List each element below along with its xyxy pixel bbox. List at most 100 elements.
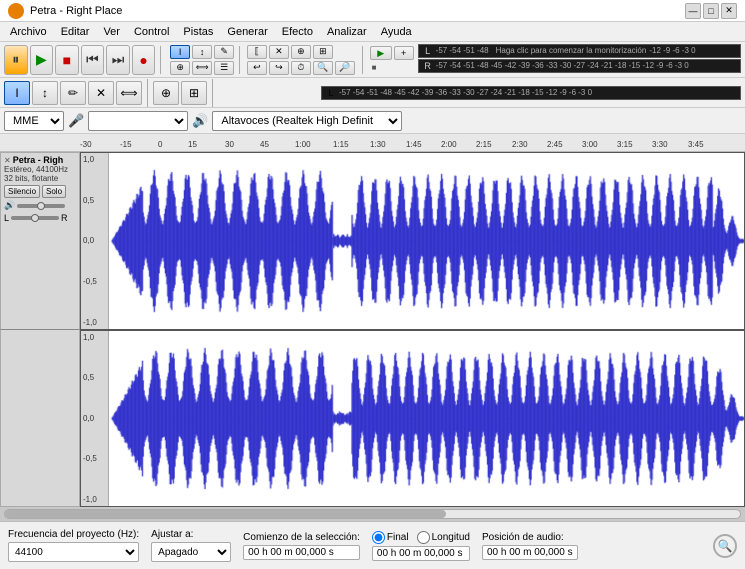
track-close-icon[interactable]: ✕: [4, 156, 11, 165]
menu-ver[interactable]: Ver: [97, 24, 126, 40]
y-axis-lower: 1,0 0,5 0,0 -0,5 -1,0: [81, 331, 109, 507]
ruler-mark: -15: [120, 140, 132, 149]
search-next-btn[interactable]: 🔎: [335, 61, 355, 75]
undo-btn[interactable]: ↩: [247, 61, 267, 75]
menu-ayuda[interactable]: Ayuda: [375, 24, 418, 40]
freq-label: Frecuencia del proyecto (Hz):: [8, 529, 139, 540]
menu-analizar[interactable]: Analizar: [321, 24, 373, 40]
scrollbar-thumb[interactable]: [5, 510, 446, 518]
input-device-select[interactable]: [88, 111, 188, 131]
minimize-button[interactable]: —: [685, 3, 701, 19]
track-name: Petra - Righ: [13, 155, 64, 165]
draw-tool-small[interactable]: ✎: [214, 45, 234, 59]
menu-pistas[interactable]: Pistas: [177, 24, 219, 40]
radio-longitud[interactable]: Longitud: [417, 531, 470, 544]
record-button[interactable]: ●: [132, 45, 156, 75]
vu-meter-area[interactable]: L -57 -54 -51 -48 Haga clic para comenza…: [418, 44, 741, 76]
title-bar: Petra - Right Place — □ ✕: [0, 0, 745, 22]
speaker-icon: 🔊: [192, 113, 208, 129]
skip-start-button[interactable]: ⏮: [81, 45, 105, 75]
waveform-canvas-lower[interactable]: [81, 331, 744, 507]
multi-tool-small[interactable]: ☰: [214, 61, 234, 75]
ruler-mark: 15: [188, 140, 197, 149]
menu-bar: Archivo Editar Ver Control Pistas Genera…: [0, 22, 745, 42]
volume-slider[interactable]: [17, 204, 65, 208]
pan-r-label: R: [61, 213, 68, 223]
pan-slider[interactable]: [11, 216, 59, 220]
timeshift-tool-small[interactable]: ⟺: [192, 61, 212, 75]
tools-toolbar: I ↕ ✏ ✕ ⟺ ⊕ ⊞ L -57 -54 -51 -48 -45 -42 …: [0, 78, 745, 108]
y-label-1: 1,0: [83, 155, 106, 164]
radio-final-label: Final: [387, 532, 409, 543]
horizontal-scrollbar[interactable]: [4, 509, 741, 519]
y-axis-upper: 1,0 0,5 0,0 -0,5 -1,0: [81, 153, 109, 329]
search-prev-btn[interactable]: 🔍: [313, 61, 333, 75]
y-label-l1: 1,0: [83, 333, 106, 342]
menu-generar[interactable]: Generar: [221, 24, 273, 40]
y-label-3: 0,0: [83, 236, 106, 245]
trim-btn[interactable]: ⟦: [247, 45, 267, 59]
zoom-fit-btn[interactable]: ⊞: [313, 45, 333, 59]
zoom-tool[interactable]: ✕: [88, 81, 114, 105]
vu-meter-row2: L -57 -54 -51 -48 -45 -42 -39 -36 -33 -3…: [321, 86, 741, 100]
radio-longitud-input[interactable]: [417, 531, 430, 544]
pos-group: Posición de audio: 00 h 00 m 00,000 s: [482, 532, 578, 560]
play-green-btn[interactable]: ▶: [370, 46, 392, 60]
select-tool-small[interactable]: I: [170, 45, 190, 59]
radio-final[interactable]: Final: [372, 531, 409, 544]
ruler-mark: 1:45: [406, 140, 422, 149]
skip-end-button[interactable]: ⏭: [106, 45, 130, 75]
solo-button[interactable]: Solo: [42, 185, 66, 198]
device-toolbar: MME 🎤 🔊 Altavoces (Realtek High Definit: [0, 108, 745, 134]
host-select[interactable]: MME: [4, 111, 64, 131]
radio-final-input[interactable]: [372, 531, 385, 544]
toolbar-separator2: [239, 46, 240, 74]
snap-btn[interactable]: ⊕: [291, 45, 311, 59]
snap-icon-btn[interactable]: ⊞: [181, 81, 207, 105]
draw-tool[interactable]: ✏: [60, 81, 86, 105]
menu-control[interactable]: Control: [128, 24, 175, 40]
maximize-button[interactable]: □: [703, 3, 719, 19]
vu-meter-r: R -57 -54 -51 -48 -45 -42 -39 -36 -33 -3…: [418, 59, 741, 73]
ruler-mark: -30: [80, 140, 92, 149]
ruler-mark: 2:45: [547, 140, 563, 149]
close-button[interactable]: ✕: [721, 3, 737, 19]
envelope-tool-small[interactable]: ↕: [192, 45, 212, 59]
transport-toolbar: ⏸ ▶ ■ ⏮ ⏭ ● I ↕ ✎ ⊕ ⟺ ☰ ⟦ ✕ ⊕ ⊞ ↩ ↪ ⏱ 🔍: [0, 42, 745, 78]
timeshift-tool[interactable]: ⟺: [116, 81, 142, 105]
ruler-mark: 2:15: [476, 140, 492, 149]
clock-btn[interactable]: ⏱: [291, 61, 311, 75]
stop-button[interactable]: ■: [55, 45, 79, 75]
zoom-in-btn[interactable]: ⊕: [153, 81, 179, 105]
y-label-l2: 0,5: [83, 373, 106, 382]
redo-btn[interactable]: ↪: [269, 61, 289, 75]
track-bits: 32 bits, flotante: [4, 174, 76, 183]
gain-label: ■: [370, 62, 379, 73]
magnifier-icon[interactable]: 🔍: [713, 534, 737, 558]
menu-efecto[interactable]: Efecto: [276, 24, 319, 40]
radio-longitud-label: Longitud: [432, 532, 470, 543]
vu-click-text[interactable]: Haga clic para comenzar la monitorizació…: [496, 46, 647, 55]
y-label-2: 0,5: [83, 196, 106, 205]
volume-control: 🔊: [4, 200, 76, 211]
track-info-upper: ✕ Petra - Righ Estéreo, 44100Hz 32 bits,…: [0, 152, 80, 330]
waveform-canvas-upper[interactable]: [81, 153, 744, 329]
output-device-select[interactable]: Altavoces (Realtek High Definit: [212, 111, 402, 131]
pos-value: 00 h 00 m 00,000 s: [482, 545, 578, 560]
pause-button[interactable]: ⏸: [4, 45, 28, 75]
y-label-l4: -0,5: [83, 454, 106, 463]
silence-btn[interactable]: ✕: [269, 45, 289, 59]
menu-archivo[interactable]: Archivo: [4, 24, 53, 40]
play-button[interactable]: ▶: [30, 45, 54, 75]
select-tool[interactable]: I: [4, 81, 30, 105]
silence-button[interactable]: Silencio: [4, 185, 40, 198]
y-label-l3: 0,0: [83, 414, 106, 423]
zoom-tool-small[interactable]: ⊕: [170, 61, 190, 75]
freq-select[interactable]: 44100: [8, 542, 139, 562]
envelope-tool[interactable]: ↕: [32, 81, 58, 105]
y-label-5: -1,0: [83, 318, 106, 327]
freq-group: Frecuencia del proyecto (Hz): 44100: [8, 529, 139, 562]
adjust-select[interactable]: Apagado: [151, 542, 231, 562]
menu-editar[interactable]: Editar: [55, 24, 96, 40]
plus-btn[interactable]: +: [394, 46, 414, 60]
